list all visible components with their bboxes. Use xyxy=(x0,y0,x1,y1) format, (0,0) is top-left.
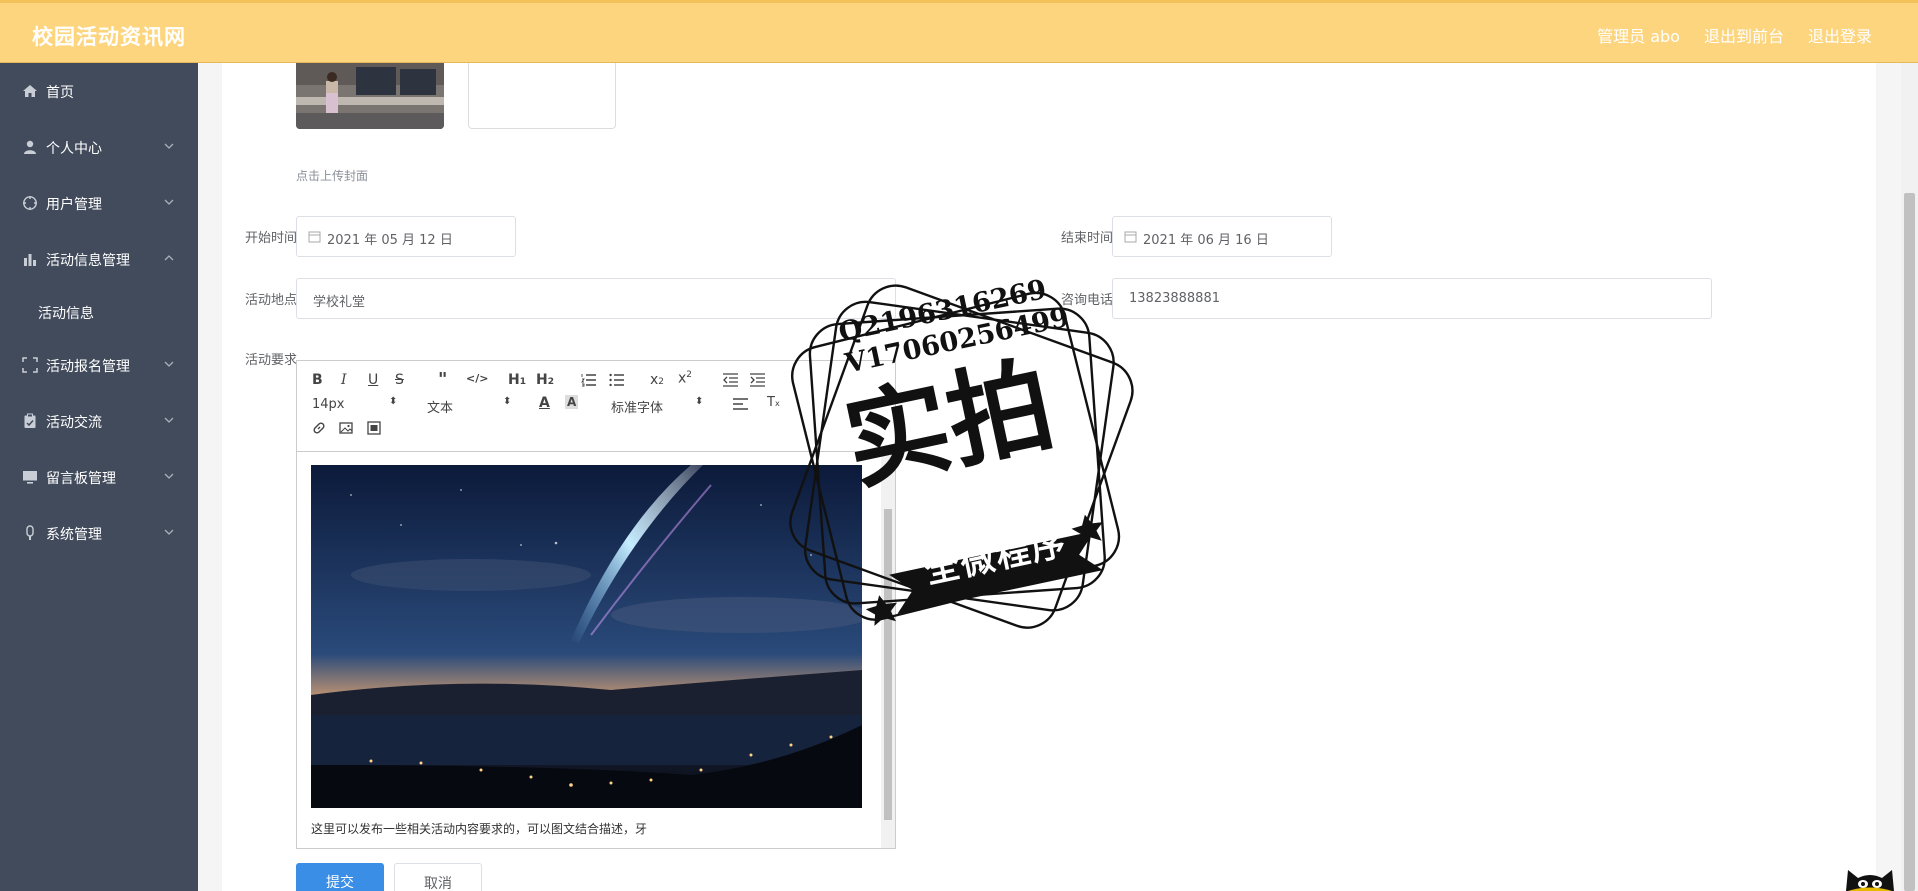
bullet-list-icon[interactable] xyxy=(609,373,624,387)
font-color-icon[interactable]: A xyxy=(539,395,550,411)
strike-icon[interactable]: S xyxy=(395,372,404,388)
top-bar: 校园活动资讯网 管理员 abo 退出到前台 退出登录 xyxy=(0,0,1918,63)
sidebar-item-registration[interactable]: 活动报名管理 xyxy=(0,345,198,385)
to-front-link[interactable]: 退出到前台 xyxy=(1704,23,1784,47)
upload-hint: 点击上传封面 xyxy=(296,169,369,183)
page-scrollbar[interactable] xyxy=(1901,63,1918,891)
phone-input[interactable]: 13823888881 xyxy=(1112,278,1712,319)
sidebar-item-label: 个人中心 xyxy=(46,141,102,157)
h2-icon[interactable]: H2 xyxy=(536,372,554,388)
cancel-button[interactable]: 取消 xyxy=(394,863,482,891)
requirements-label: 活动要求 xyxy=(245,353,298,368)
chevron-up-icon xyxy=(164,255,174,261)
sidebar-item-messageboard[interactable]: 留言板管理 xyxy=(0,457,198,497)
select-arrow-icon: ⬍ xyxy=(503,396,512,407)
sidebar-item-label: 留言板管理 xyxy=(46,471,116,487)
users-icon xyxy=(23,196,37,210)
sidebar-item-activity-info[interactable]: 活动信息管理 xyxy=(0,239,198,279)
cat-icon xyxy=(1846,870,1894,891)
location-label: 活动地点 xyxy=(245,293,298,308)
sidebar: 首页 个人中心 用户管理 活动信息管理 活动信息 活动报名管理 活动交流 留言板… xyxy=(0,63,198,891)
sidebar-item-label: 首页 xyxy=(46,85,74,101)
home-icon xyxy=(23,85,37,97)
sidebar-item-label: 活动报名管理 xyxy=(46,359,130,375)
select-arrow-icon: ⬍ xyxy=(389,396,398,407)
cover-image-preview[interactable] xyxy=(296,63,444,129)
h1-icon[interactable]: H1 xyxy=(508,372,526,388)
start-time-label: 开始时间 xyxy=(245,231,298,246)
underline-icon[interactable]: U xyxy=(368,372,378,388)
ordered-list-icon[interactable] xyxy=(581,373,596,387)
end-time-label: 结束时间 xyxy=(1061,231,1114,246)
text-type-select[interactable]: 文本 xyxy=(427,397,453,416)
editor-text: 这里可以发布一些相关活动内容要求的，可以图文结合描述，牙 xyxy=(311,822,648,836)
chevron-down-icon xyxy=(164,143,174,149)
italic-icon[interactable]: I xyxy=(341,372,347,388)
video-icon[interactable] xyxy=(367,421,381,435)
background-color-icon[interactable]: A xyxy=(565,395,579,409)
calendar-icon xyxy=(308,231,321,243)
blockquote-icon[interactable]: " xyxy=(438,369,447,390)
monitor-icon xyxy=(23,471,37,484)
sidebar-item-communication[interactable]: 活动交流 xyxy=(0,401,198,441)
chevron-down-icon xyxy=(164,199,174,205)
sidebar-item-users[interactable]: 用户管理 xyxy=(0,183,198,223)
sidebar-item-home[interactable]: 首页 xyxy=(0,71,198,111)
superscript-icon[interactable]: x2 xyxy=(678,370,692,387)
sidebar-subitem-label: 活动信息 xyxy=(38,306,94,322)
settings-icon xyxy=(26,525,34,540)
sidebar-item-label: 用户管理 xyxy=(46,197,102,213)
sidebar-item-label: 活动交流 xyxy=(46,415,102,431)
bar-chart-icon xyxy=(24,254,36,266)
sidebar-item-label: 系统管理 xyxy=(46,527,102,543)
top-links: 管理员 abo 退出到前台 退出登录 xyxy=(1597,23,1872,47)
brand-title: 校园活动资讯网 xyxy=(32,25,186,49)
outdent-icon[interactable] xyxy=(723,373,738,387)
chevron-down-icon xyxy=(164,473,174,479)
user-icon xyxy=(24,140,36,154)
chevron-down-icon xyxy=(164,529,174,535)
align-icon[interactable] xyxy=(733,398,748,410)
start-time-input[interactable]: 2021 年 05 月 12 日 xyxy=(296,216,516,257)
chevron-down-icon xyxy=(164,361,174,367)
scan-icon xyxy=(22,357,38,373)
user-name: 管理员 abo xyxy=(1597,27,1680,46)
cover-photo xyxy=(296,63,444,129)
logout-link[interactable]: 退出登录 xyxy=(1808,23,1872,47)
submit-button[interactable]: 提交 xyxy=(296,863,384,891)
bold-icon[interactable]: B xyxy=(312,372,323,388)
upload-placeholder[interactable] xyxy=(468,63,616,129)
sidebar-item-personal[interactable]: 个人中心 xyxy=(0,127,198,167)
calendar-icon xyxy=(1124,231,1137,243)
code-icon[interactable]: </> xyxy=(466,372,488,385)
select-arrow-icon: ⬍ xyxy=(695,396,704,407)
sidebar-item-label: 活动信息管理 xyxy=(46,253,130,269)
clipboard-icon xyxy=(24,413,36,428)
subscript-icon[interactable]: x2 xyxy=(650,372,664,388)
font-size-select[interactable]: 14px xyxy=(312,397,345,412)
sidebar-item-system[interactable]: 系统管理 xyxy=(0,513,198,553)
link-icon[interactable] xyxy=(312,421,326,435)
end-time-input[interactable]: 2021 年 06 月 16 日 xyxy=(1112,216,1332,257)
font-family-select[interactable]: 标准字体 xyxy=(611,397,663,416)
image-icon[interactable] xyxy=(339,421,353,435)
page-scroll-thumb[interactable] xyxy=(1904,193,1915,891)
chevron-down-icon xyxy=(164,417,174,423)
sidebar-subitem-activity-info[interactable]: 活动信息 xyxy=(0,292,198,332)
